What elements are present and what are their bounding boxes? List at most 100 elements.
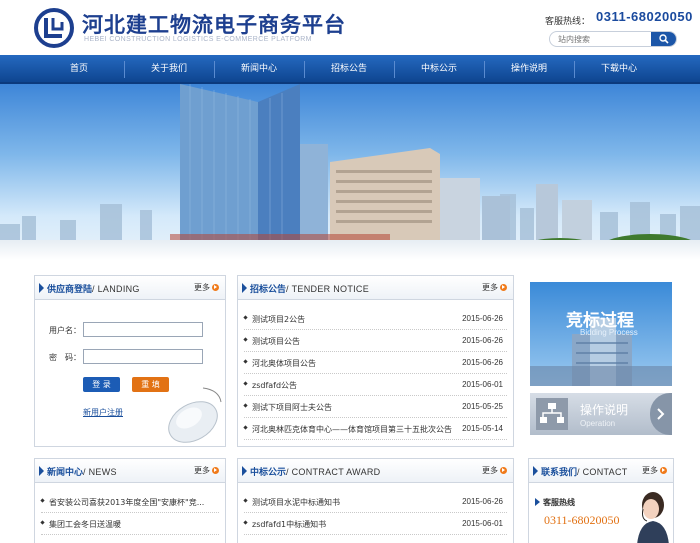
main-nav: 首页 关于我们 新闻中心 招标公告 中标公示 操作说明 下载中心 (0, 55, 700, 84)
next-arrow-button[interactable] (650, 393, 672, 435)
more-arrow-icon (212, 284, 219, 291)
site-header: 河北建工物流电子商务平台 HEBEI CONSTRUCTION LOGISTIC… (0, 0, 700, 55)
list-item[interactable]: 集团工会冬日送温暖 (40, 513, 219, 535)
bullet-icon (243, 381, 248, 386)
org-chart-icon (536, 398, 568, 430)
arrow-icon (242, 466, 247, 476)
process-title-en: Bidding Process (580, 328, 638, 337)
search-icon (659, 34, 669, 44)
list-item-date: 2015-06-26 (462, 314, 503, 323)
tender-more-link[interactable]: 更多 (482, 282, 507, 293)
bullet-icon (243, 315, 248, 320)
search-input[interactable] (558, 33, 648, 45)
search-button[interactable] (651, 32, 676, 46)
login-panel-title: 供应商登陆/ LANDING (47, 282, 140, 295)
login-button[interactable]: 登 录 (83, 377, 120, 392)
logo-icon[interactable] (34, 8, 74, 48)
more-label: 更多 (194, 466, 210, 475)
hero-banner (0, 84, 700, 260)
hotline-label: 客服热线： (545, 17, 591, 27)
news-more-link[interactable]: 更多 (194, 465, 219, 476)
bidding-process-card[interactable]: 竞标过程 Bidding Process (530, 282, 672, 386)
list-item-title[interactable]: 测试项目水泥中标通知书 (252, 497, 452, 508)
login-title-cn: 供应商登陆 (47, 285, 93, 295)
award-title-en: / CONTRACT AWARD (286, 467, 381, 477)
bullet-icon (243, 337, 248, 342)
contact-more-link[interactable]: 更多 (642, 465, 667, 476)
login-more-link[interactable]: 更多 (194, 282, 219, 293)
banner-ground-fade (0, 240, 700, 260)
news-title-cn: 新闻中心 (47, 468, 84, 478)
list-item[interactable]: 测试项目水泥中标通知书 2015-06-26 (243, 491, 507, 513)
more-arrow-icon (500, 467, 507, 474)
list-item-date: 2015-06-01 (462, 519, 503, 528)
nav-news[interactable]: 新闻中心 (214, 55, 304, 84)
register-link[interactable]: 新用户注册 (83, 407, 123, 418)
nav-award[interactable]: 中标公示 (394, 55, 484, 84)
list-item-title[interactable]: 集团工会冬日送温暖 (49, 519, 219, 530)
list-item-date: 2015-06-26 (462, 336, 503, 345)
bullet-icon (40, 520, 45, 525)
arrow-icon (242, 283, 247, 293)
list-item-title[interactable]: zsdfafd公告 (252, 380, 452, 391)
list-item-date: 2015-05-25 (462, 402, 503, 411)
list-item[interactable]: 测试下项目阿士夫公告 2015-05-25 (243, 396, 507, 418)
nav-tender[interactable]: 招标公告 (304, 55, 394, 84)
username-label: 用户名： (49, 326, 81, 335)
nav-home[interactable]: 首页 (34, 55, 124, 84)
contact-title-en: / CONTACT (577, 467, 628, 477)
more-arrow-icon (500, 284, 507, 291)
password-input[interactable] (83, 349, 203, 364)
news-panel: 新闻中心/ NEWS 更多 省安装公司喜获2013年度全国"安康杯"竞... 集… (34, 458, 226, 543)
login-panel: 供应商登陆/ LANDING 更多 用户名： 密 码： 登 录 重 填 新用户注… (34, 275, 226, 447)
nav-download[interactable]: 下载中心 (574, 55, 664, 84)
tender-panel-header: 招标公告/ TENDER NOTICE 更多 (238, 276, 513, 300)
list-item-title[interactable]: zsdfafd1中标通知书 (252, 519, 452, 530)
bullet-icon (243, 403, 248, 408)
arrow-icon (533, 466, 538, 476)
list-item[interactable]: 河北奥体项目公告 2015-06-26 (243, 352, 507, 374)
nav-operation[interactable]: 操作说明 (484, 55, 574, 84)
list-item-title[interactable]: 河北奥体项目公告 (252, 358, 452, 369)
service-number: 0311-68020050 (544, 513, 620, 527)
list-item[interactable]: 测试项目2公告 2015-06-26 (243, 308, 507, 330)
contact-panel-title: 联系我们/ CONTACT (541, 465, 628, 478)
list-item-title[interactable]: 测试项目2公告 (252, 314, 452, 325)
login-title-en: / LANDING (92, 284, 140, 294)
list-item-date: 2015-06-01 (462, 380, 503, 389)
nav-about[interactable]: 关于我们 (124, 55, 214, 84)
contact-title-cn: 联系我们 (541, 468, 578, 478)
more-label: 更多 (482, 466, 498, 475)
more-label: 更多 (482, 283, 498, 292)
hotline-number: 0311-68020050 (596, 9, 693, 24)
customer-service-avatar (637, 492, 669, 543)
bullet-icon (243, 425, 248, 430)
operation-title-en: Operation (580, 419, 616, 428)
site-subtitle: HEBEI CONSTRUCTION LOGISTICS E-COMMERCE … (84, 36, 312, 43)
list-item[interactable]: 河北奥林匹克体育中心——体育馆项目第三十五批次公告 2015-05-14 (243, 418, 507, 440)
list-item[interactable]: 省安装公司喜获2013年度全国"安康杯"竞... (40, 491, 219, 513)
list-item[interactable]: zsdfafd1中标通知书 2015-06-01 (243, 513, 507, 535)
news-title-en: / NEWS (83, 467, 117, 477)
search-box (549, 31, 677, 47)
award-panel-header: 中标公示/ CONTRACT AWARD 更多 (238, 459, 513, 483)
list-item-date: 2015-06-26 (462, 497, 503, 506)
list-item[interactable]: 测试项目公告 2015-06-26 (243, 330, 507, 352)
list-item[interactable]: zsdfafd公告 2015-06-01 (243, 374, 507, 396)
list-item-title[interactable]: 省安装公司喜获2013年度全国"安康杯"竞... (49, 497, 219, 508)
chevron-right-icon (657, 408, 665, 420)
tender-title-cn: 招标公告 (250, 285, 287, 295)
login-panel-header: 供应商登陆/ LANDING 更多 (35, 276, 225, 300)
more-label: 更多 (194, 283, 210, 292)
list-item-title[interactable]: 测试下项目阿士夫公告 (252, 402, 452, 413)
contact-panel-header: 联系我们/ CONTACT 更多 (529, 459, 673, 483)
operation-guide-card[interactable]: 操作说明 Operation (530, 393, 672, 435)
list-item-title[interactable]: 测试项目公告 (252, 336, 452, 347)
tender-title-en: / TENDER NOTICE (286, 284, 370, 294)
award-more-link[interactable]: 更多 (482, 465, 507, 476)
award-panel: 中标公示/ CONTRACT AWARD 更多 测试项目水泥中标通知书 2015-… (237, 458, 514, 543)
list-item-title[interactable]: 河北奥林匹克体育中心——体育馆项目第三十五批次公告 (252, 424, 452, 435)
username-input[interactable] (83, 322, 203, 337)
arrow-icon (39, 466, 44, 476)
award-panel-title: 中标公示/ CONTRACT AWARD (250, 465, 381, 478)
